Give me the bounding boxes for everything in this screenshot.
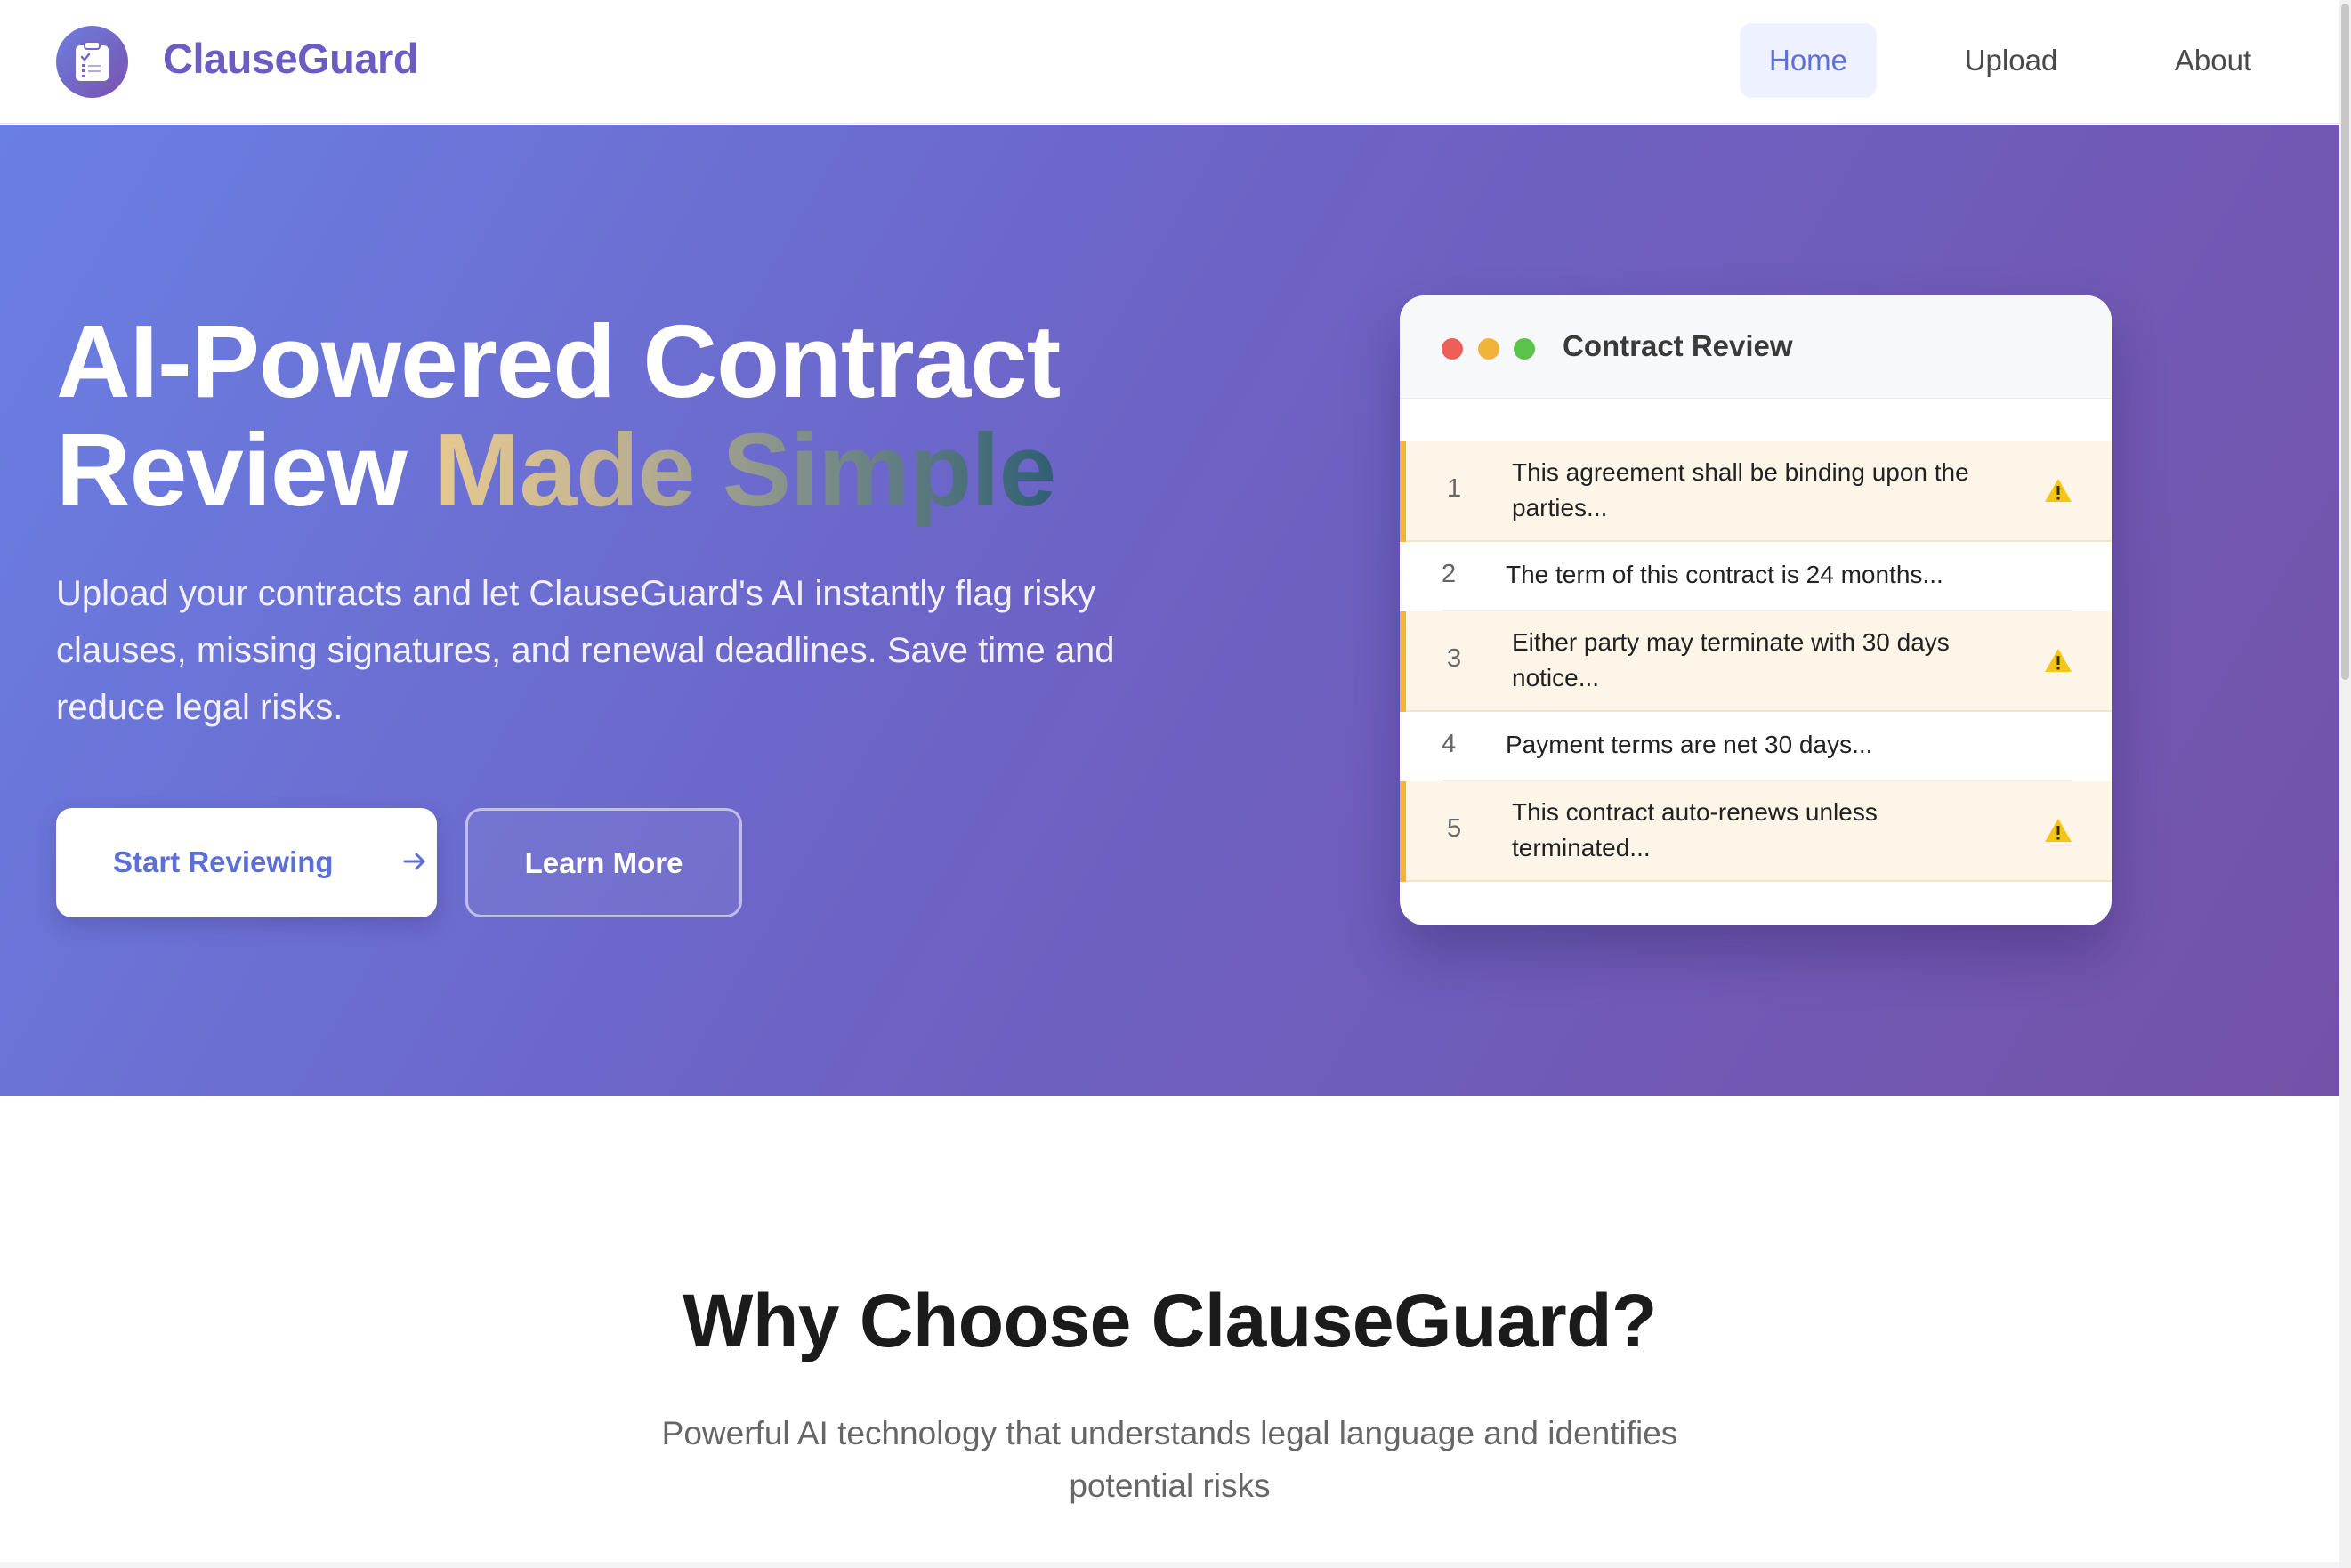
- hero-title-line2: Review: [56, 412, 408, 528]
- navbar: ClauseGuard Home Upload About: [0, 0, 2339, 124]
- clause-text: This agreement shall be binding upon the…: [1512, 458, 1969, 521]
- learn-more-button[interactable]: Learn More: [465, 808, 742, 917]
- why-title: Why Choose ClauseGuard?: [683, 1279, 1657, 1362]
- clause-text: This contract auto-renews unless termina…: [1512, 798, 1878, 861]
- clipboard-check-icon[interactable]: [56, 26, 128, 98]
- clause-number: 2: [1442, 560, 1457, 588]
- start-reviewing-button[interactable]: Start Reviewing: [56, 808, 437, 917]
- close-dot-icon: [1442, 338, 1463, 360]
- nav-about-link[interactable]: About: [2141, 23, 2285, 98]
- clause-number: 1: [1447, 474, 1462, 503]
- clause-text: Payment terms are net 30 days...: [1506, 731, 1873, 758]
- clause-row[interactable]: 1 This agreement shall be binding upon t…: [1400, 441, 2112, 542]
- clause-number: 5: [1447, 814, 1462, 843]
- hero-title-line1: AI-Powered Contract: [56, 303, 1061, 419]
- scrollbar-thumb[interactable]: [2341, 4, 2349, 680]
- clause-text: The term of this contract is 24 months..…: [1506, 561, 1943, 588]
- contract-review-card: Contract Review 1 This agreement shall b…: [1400, 295, 2112, 925]
- clause-row[interactable]: 4 Payment terms are net 30 days...: [1400, 712, 2112, 781]
- warning-icon: [2043, 477, 2073, 508]
- vertical-scrollbar[interactable]: [2339, 0, 2351, 1568]
- start-reviewing-label: Start Reviewing: [113, 845, 334, 878]
- nav-home-link[interactable]: Home: [1740, 23, 1877, 98]
- clause-text: Either party may terminate with 30 days …: [1512, 628, 1950, 691]
- hero-subtitle: Upload your contracts and let ClauseGuar…: [56, 574, 1115, 727]
- clause-row[interactable]: 2 The term of this contract is 24 months…: [1400, 542, 2112, 611]
- clause-number: 3: [1447, 644, 1462, 673]
- minimize-dot-icon: [1478, 338, 1499, 360]
- maximize-dot-icon: [1514, 338, 1535, 360]
- hero-title-accent: Made Simple: [434, 412, 1056, 528]
- card-header: Contract Review: [1400, 295, 2112, 399]
- card-title: Contract Review: [1563, 329, 1793, 362]
- clause-row[interactable]: 3 Either party may terminate with 30 day…: [1400, 611, 2112, 712]
- warning-icon: [2043, 647, 2073, 678]
- page: ClauseGuard Home Upload About AI-Powered…: [0, 0, 2339, 1568]
- hero-title: AI-Powered Contract Review Made Simple: [56, 307, 1213, 524]
- arrow-right-icon: [401, 848, 428, 882]
- brand-name[interactable]: ClauseGuard: [163, 34, 419, 83]
- hero-section: AI-Powered Contract Review Made Simple U…: [0, 125, 2339, 1096]
- section-divider: [0, 1562, 2339, 1568]
- warning-icon: [2043, 817, 2073, 848]
- clause-row[interactable]: 5 This contract auto-renews unless termi…: [1400, 781, 2112, 882]
- why-subtitle: Powerful AI technology that understands …: [661, 1415, 1678, 1504]
- nav-upload-link[interactable]: Upload: [1940, 23, 2082, 98]
- clause-number: 4: [1442, 730, 1457, 758]
